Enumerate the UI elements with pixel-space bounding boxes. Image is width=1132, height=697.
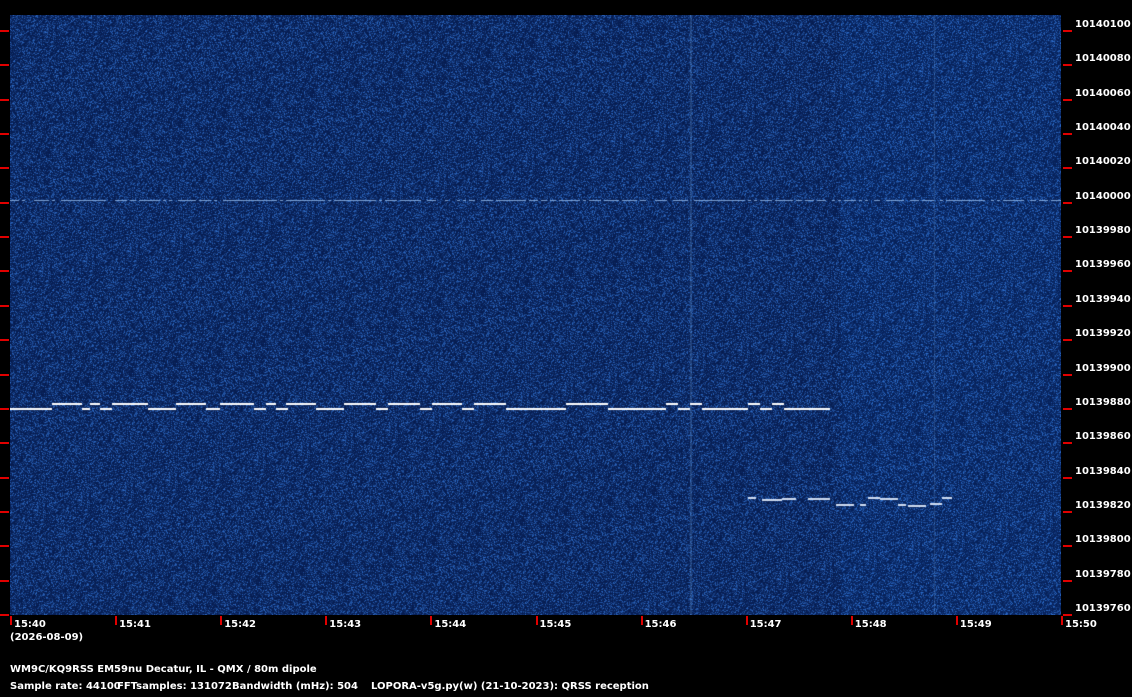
frequency-label: 10139900 xyxy=(1075,362,1131,374)
frequency-label: 10140000 xyxy=(1075,190,1131,202)
frequency-tick-right xyxy=(1063,373,1072,376)
frequency-tick-left xyxy=(0,304,9,307)
frequency-label: 10139880 xyxy=(1075,396,1131,408)
time-label: 15:42 xyxy=(224,619,257,630)
frequency-label: 10139780 xyxy=(1075,568,1131,580)
time-label: 15:40 xyxy=(14,619,46,630)
frequency-tick-left xyxy=(0,98,9,101)
frequency-tick-right xyxy=(1063,236,1072,239)
time-tick xyxy=(430,616,433,625)
time-label: 15:50 xyxy=(1065,619,1097,630)
frequency-label: 10139960 xyxy=(1075,259,1131,271)
frequency-label: 10139920 xyxy=(1075,328,1131,340)
frequency-tick-left xyxy=(0,510,9,513)
frequency-tick-right xyxy=(1063,407,1072,410)
time-label: 15:46 xyxy=(644,619,677,630)
time-label: 15:41 xyxy=(119,619,151,630)
station-info: WM9C/KQ9RSS EM59nu Decatur, IL - QMX / 8… xyxy=(10,664,317,675)
time-tick xyxy=(115,616,118,625)
time-tick xyxy=(955,616,958,625)
frequency-label: 10139860 xyxy=(1075,431,1131,443)
time-tick xyxy=(10,616,12,625)
frequency-tick-left xyxy=(0,133,9,136)
frequency-tick-left xyxy=(0,201,9,204)
frequency-tick-left xyxy=(0,579,9,582)
frequency-tick-right xyxy=(1063,167,1072,170)
time-label: 15:48 xyxy=(854,619,887,630)
frequency-tick-right xyxy=(1063,339,1072,342)
software-info: LOPORA-v5g.py(w) (21-10-2023): QRSS rece… xyxy=(371,681,649,692)
frequency-tick-right xyxy=(1063,64,1072,67)
frequency-label: 10139760 xyxy=(1075,602,1131,614)
time-tick xyxy=(325,616,328,625)
frequency-tick-left xyxy=(0,407,9,410)
frequency-tick-right xyxy=(1063,442,1072,445)
frequency-tick-left xyxy=(0,442,9,445)
frequency-tick-left xyxy=(0,373,9,376)
fft-samples-info: FFTsamples: 131072 xyxy=(117,681,232,692)
time-tick xyxy=(640,616,643,625)
time-tick xyxy=(220,616,223,625)
frequency-tick-right xyxy=(1063,30,1072,32)
time-label: 15:49 xyxy=(959,619,992,630)
frequency-tick-right xyxy=(1063,304,1072,307)
frequency-tick-left xyxy=(0,339,9,342)
waterfall-canvas xyxy=(10,15,1061,615)
time-label: 15:47 xyxy=(749,619,782,630)
frequency-label: 10139840 xyxy=(1075,465,1131,477)
frequency-label: 10140100 xyxy=(1075,19,1131,30)
frequency-tick-right xyxy=(1063,98,1072,101)
frequency-tick-right xyxy=(1063,476,1072,479)
frequency-label: 10139800 xyxy=(1075,534,1131,546)
frequency-label: 10139820 xyxy=(1075,499,1131,511)
time-label: 15:43 xyxy=(329,619,362,630)
frequency-label: 10140060 xyxy=(1075,87,1131,99)
frequency-tick-right xyxy=(1063,270,1072,273)
frequency-tick-left xyxy=(0,476,9,479)
frequency-tick-left xyxy=(0,613,9,616)
qrss-grabber-window: 10140100 10140080 10140060 10140040 10140020… xyxy=(0,0,1132,697)
frequency-label: 10139980 xyxy=(1075,225,1131,237)
frequency-tick-left xyxy=(0,64,9,67)
date-label: (2026-08-09) xyxy=(10,632,84,643)
bandwidth-info: Bandwidth (mHz): 504 xyxy=(232,681,358,692)
frequency-tick-left xyxy=(0,236,9,239)
frequency-tick-left xyxy=(0,545,9,548)
frequency-label: 10140020 xyxy=(1075,156,1131,168)
frequency-tick-right xyxy=(1063,613,1072,616)
time-tick xyxy=(745,616,748,625)
frequency-tick-right xyxy=(1063,510,1072,513)
frequency-tick-right xyxy=(1063,579,1072,582)
frequency-tick-left xyxy=(0,30,9,32)
frequency-tick-right xyxy=(1063,545,1072,548)
sample-rate-info: Sample rate: 44100 xyxy=(10,681,121,692)
waterfall-spectrogram xyxy=(10,15,1061,615)
frequency-tick-left xyxy=(0,270,9,273)
frequency-tick-right xyxy=(1063,201,1072,204)
frequency-tick-right xyxy=(1063,133,1072,136)
frequency-label: 10140040 xyxy=(1075,122,1131,134)
frequency-label: 10140080 xyxy=(1075,53,1131,65)
time-tick xyxy=(535,616,538,625)
time-label: 15:45 xyxy=(539,619,572,630)
time-tick xyxy=(850,616,853,625)
frequency-tick-left xyxy=(0,167,9,170)
time-label: 15:44 xyxy=(434,619,467,630)
time-tick xyxy=(1061,616,1063,625)
frequency-label: 10139940 xyxy=(1075,293,1131,305)
